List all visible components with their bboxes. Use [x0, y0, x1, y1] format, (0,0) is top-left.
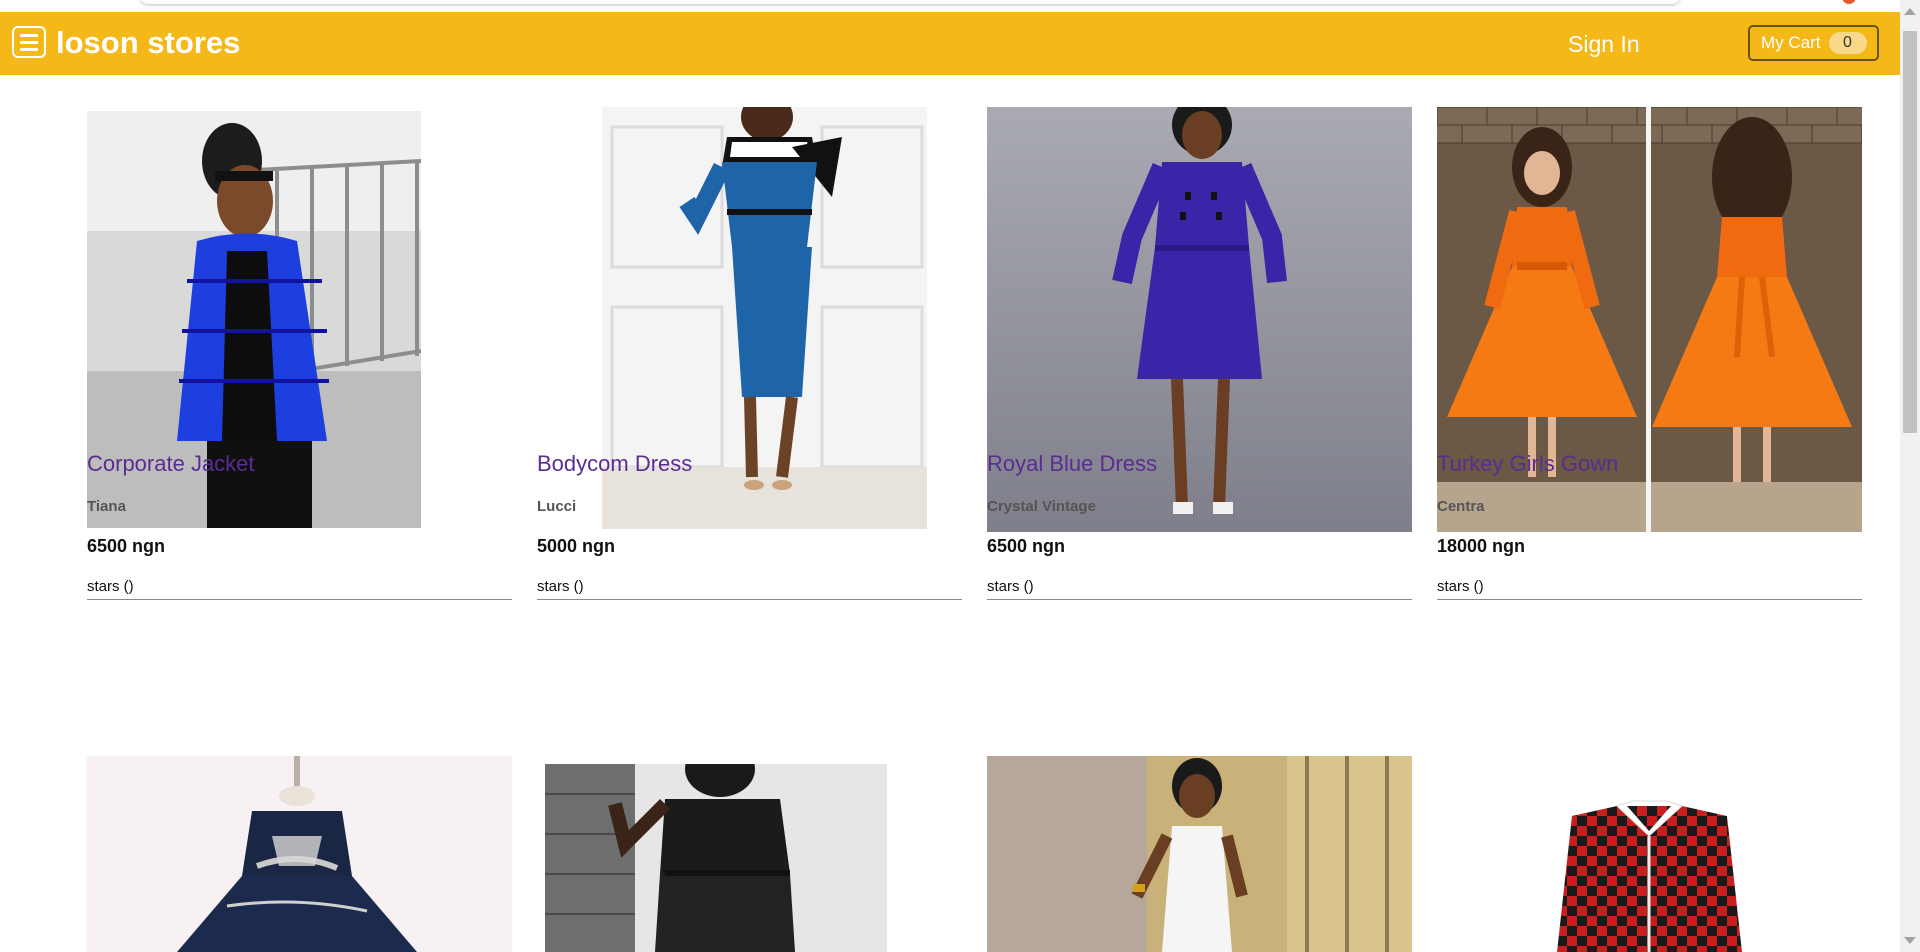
product-card[interactable]: Royal Blue Dress Crystal Vintage 6500 ng…: [987, 0, 1412, 740]
hamburger-menu-icon: [20, 33, 38, 37]
product-brand: Tiana: [87, 498, 126, 515]
product-rating: stars (): [87, 578, 134, 595]
product-image[interactable]: [987, 756, 1412, 952]
product-name-link[interactable]: Bodycom Dress: [537, 451, 692, 477]
scroll-up-arrow-icon[interactable]: [1904, 8, 1916, 15]
product-image[interactable]: [1437, 756, 1862, 952]
product-price: 18000 ngn: [1437, 536, 1526, 556]
hamburger-menu-icon: [20, 40, 38, 44]
card-divider: [1437, 599, 1862, 600]
product-card[interactable]: Corporate Jacket Tiana 6500 ngn stars (): [87, 0, 512, 740]
hamburger-menu-icon: [20, 47, 38, 51]
product-card[interactable]: [87, 756, 512, 952]
card-divider: [87, 599, 512, 600]
product-name-link[interactable]: Royal Blue Dress: [987, 451, 1157, 477]
page-scrollbar[interactable]: [1900, 0, 1920, 952]
product-rating: stars (): [537, 578, 584, 595]
product-name-link[interactable]: Corporate Jacket: [87, 451, 255, 477]
product-price: 6500 ngn: [87, 536, 166, 556]
scrollbar-thumb[interactable]: [1903, 31, 1917, 433]
card-divider: [537, 599, 962, 600]
card-divider: [987, 599, 1412, 600]
product-card[interactable]: [545, 764, 970, 952]
product-rating: stars (): [1437, 578, 1484, 595]
product-card[interactable]: Turkey Girls Gown Centra 18000 ngn stars…: [1437, 0, 1862, 740]
menu-toggle-button[interactable]: [12, 26, 46, 58]
product-name-link[interactable]: Turkey Girls Gown: [1437, 451, 1618, 477]
product-image[interactable]: [87, 756, 512, 952]
product-brand: Centra: [1437, 498, 1485, 515]
product-image[interactable]: [545, 764, 887, 952]
product-price: 6500 ngn: [987, 536, 1066, 556]
product-brand: Crystal Vintage: [987, 498, 1096, 515]
scroll-down-arrow-icon[interactable]: [1904, 937, 1916, 944]
product-card[interactable]: Bodycom Dress Lucci 5000 ngn stars (): [537, 0, 962, 740]
product-rating: stars (): [987, 578, 1034, 595]
product-brand: Lucci: [537, 498, 577, 515]
product-price: 5000 ngn: [537, 536, 616, 556]
product-card[interactable]: [1437, 756, 1862, 952]
product-card[interactable]: [987, 756, 1412, 952]
